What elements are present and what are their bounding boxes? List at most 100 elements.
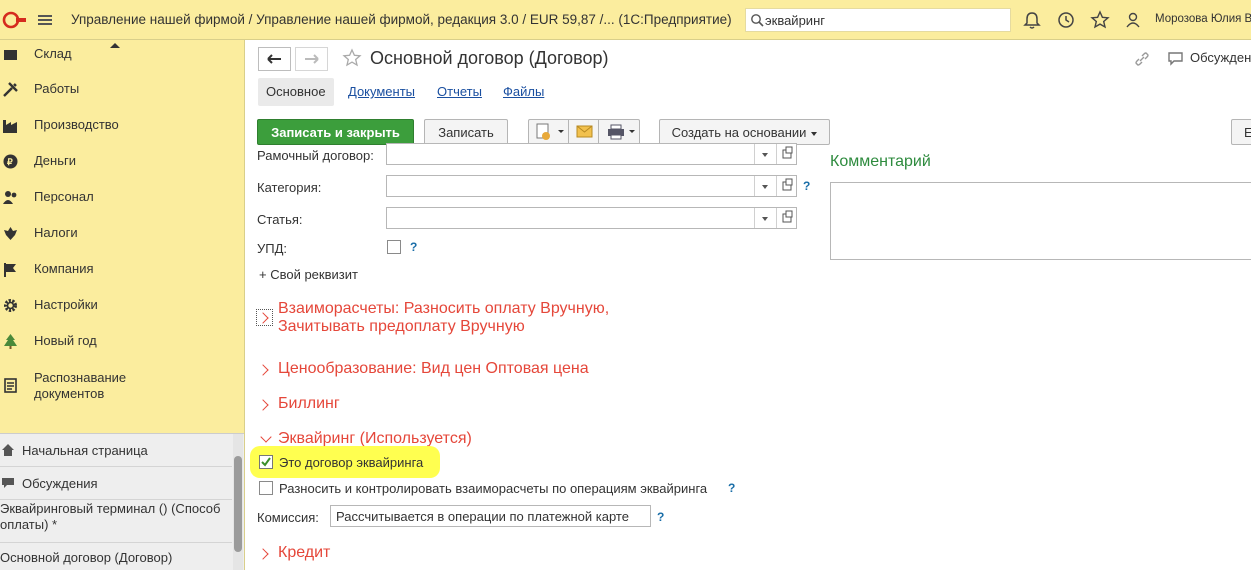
upd-checkbox[interactable] [387,240,401,254]
discussion-link[interactable]: Обсужден [1190,50,1251,65]
favorites-star-icon[interactable] [1090,10,1110,30]
arrow-left-icon [267,54,281,64]
search-icon [751,14,764,27]
discussions-link[interactable]: Обсуждения [0,467,232,500]
discussion-icon[interactable] [1167,50,1185,68]
favorite-star-icon[interactable] [342,48,362,68]
tab-main[interactable]: Основное [258,78,334,106]
emblem-icon [4,227,17,240]
create-based-on-button[interactable]: Создать на основании [659,119,830,145]
link-icon[interactable] [1133,50,1151,68]
forward-button[interactable] [295,47,328,71]
sidebar-item-label: Компания [34,261,94,276]
help-icon[interactable]: ? [410,240,417,254]
sidebar-item-label: Персонал [34,189,94,204]
sidebar-item-new-year[interactable]: Новый год [0,323,244,359]
open-icon[interactable] [776,144,796,164]
page-title: Основной договор (Договор) [370,48,609,68]
home-page-link[interactable]: Начальная страница [0,434,232,467]
upd-label: УПД: [257,241,288,256]
category-field[interactable] [386,175,797,197]
sidebar-item-money[interactable]: ₽ Деньги [0,143,244,179]
user-name[interactable]: Морозова Юлия Вл [1155,13,1251,25]
open-windows-scrollbar[interactable] [233,434,243,570]
document-form: Основной договор (Договор) Обсужден Осно… [246,40,1251,570]
scrollbar-thumb[interactable] [234,456,242,552]
sidebar-item-personnel[interactable]: Персонал [0,179,244,215]
article-label: Статья: [257,212,303,227]
attach-document-button[interactable] [529,120,569,144]
sidebar-item-taxes[interactable]: Налоги [0,215,244,251]
print-button[interactable] [600,120,640,144]
comment-title: Комментарий [830,153,931,170]
main-menu-icon[interactable] [33,9,57,31]
frame-contract-field[interactable] [386,143,797,165]
global-search[interactable] [745,8,1011,32]
document-attach-icon [536,123,564,140]
frame-contract-label: Рамочный договор: [257,148,374,163]
sidebar-item-label: Склад [34,46,72,61]
section-toggle-settlements[interactable] [256,309,273,326]
help-icon[interactable]: ? [657,510,664,524]
open-window-item[interactable]: Эквайринговый терминал () (Способ оплаты… [0,501,230,533]
acquiring-contract-checkbox[interactable] [259,455,273,469]
distribute-settlements-label[interactable]: Разносить и контролировать взаиморасчеты… [279,481,707,496]
distribute-settlements-checkbox[interactable] [259,481,273,495]
email-button[interactable] [570,120,599,144]
tab-documents[interactable]: Документы [348,78,415,106]
dropdown-icon[interactable] [754,144,774,164]
chat-icon [2,478,14,488]
printer-icon [608,124,635,140]
section-billing[interactable]: Биллинг [278,395,340,413]
gear-icon [4,299,17,312]
more-button[interactable]: Е [1231,119,1251,145]
chevron-right-icon[interactable] [257,548,269,560]
commission-field[interactable]: Рассчитывается в операции по платежной к… [330,505,651,527]
back-button[interactable] [258,47,291,71]
logo-1c-icon[interactable] [2,9,26,31]
tree-icon [4,334,17,349]
bell-icon[interactable] [1022,10,1042,30]
sidebar-item-settings[interactable]: Настройки [0,287,244,323]
divider [0,542,232,543]
sidebar-item-production[interactable]: Производство [0,107,244,143]
user-icon[interactable] [1124,10,1144,30]
history-icon[interactable] [1056,10,1076,30]
open-windows-panel: Начальная страница Обсуждения Эквайринго… [0,433,244,570]
sidebar: Склад Работы Производство ₽ Деньги Персо… [0,40,245,570]
sidebar-item-label: Работы [34,81,80,96]
dropdown-icon[interactable] [754,208,774,228]
discussions-label: Обсуждения [22,476,98,491]
sidebar-item-label: Производство [34,117,119,132]
chevron-right-icon [257,312,269,324]
dropdown-icon[interactable] [754,176,774,196]
email-icon [576,125,593,138]
chevron-down-icon[interactable] [260,431,272,443]
comment-textarea[interactable] [830,182,1251,260]
chevron-right-icon[interactable] [257,399,269,411]
save-button[interactable]: Записать [424,119,508,145]
search-input[interactable] [765,11,1005,29]
section-pricing[interactable]: Ценообразование: Вид цен Оптовая цена [278,360,589,378]
save-and-close-button[interactable]: Записать и закрыть [257,119,414,145]
section-settlements[interactable]: Взаиморасчеты: Разносить оплату Вручную,… [278,300,609,336]
own-attribute-link[interactable]: + Свой реквизит [259,267,358,282]
tab-files[interactable]: Файлы [503,78,544,106]
open-icon[interactable] [776,208,796,228]
sidebar-item-warehouse[interactable]: Склад [0,40,244,72]
help-icon[interactable]: ? [803,179,810,193]
tab-reports[interactable]: Отчеты [437,78,482,106]
sidebar-item-recognition[interactable]: Распознавание документов [0,367,244,407]
open-icon[interactable] [776,176,796,196]
help-icon[interactable]: ? [728,481,735,495]
app-title: Управление нашей фирмой / Управление наш… [71,12,732,27]
section-credit[interactable]: Кредит [278,544,330,562]
sidebar-item-company[interactable]: Компания [0,251,244,287]
sidebar-item-works[interactable]: Работы [0,71,244,107]
chevron-right-icon[interactable] [257,364,269,376]
article-field[interactable] [386,207,797,229]
acquiring-contract-label[interactable]: Это договор эквайринга [279,455,423,470]
arrow-right-icon [305,54,319,64]
factory-icon [3,120,17,133]
open-window-item[interactable]: Основной договор (Договор) [0,550,172,566]
